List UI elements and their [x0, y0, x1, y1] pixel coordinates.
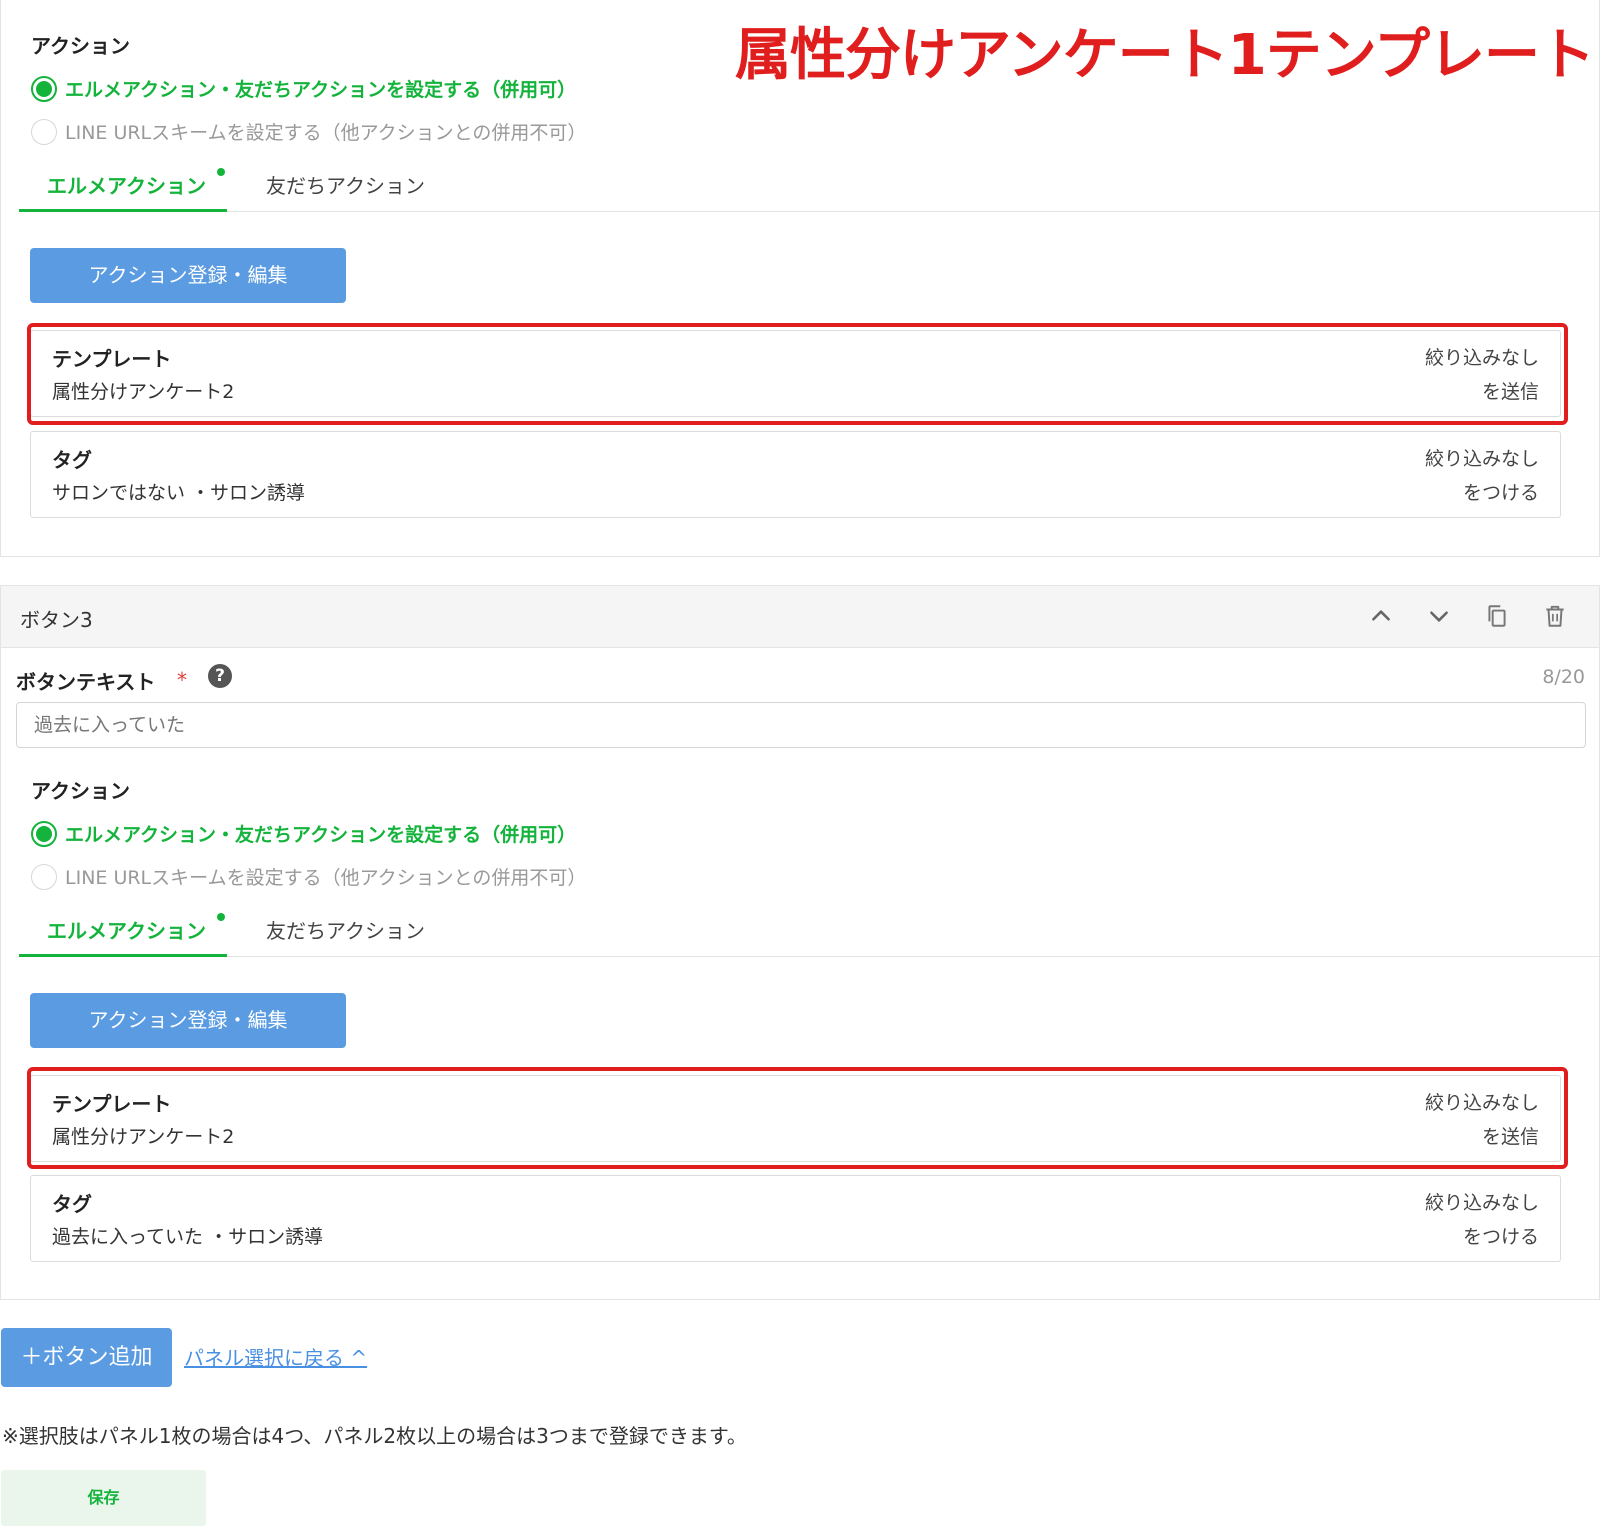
tag-card-suffix: をつける: [1462, 482, 1539, 504]
trash-icon[interactable]: [1539, 600, 1571, 632]
action-tabs: エルメアクション 友だちアクション: [19, 162, 1599, 212]
tag-card[interactable]: タグ 過去に入っていた ・サロン誘導 絞り込みなし をつける: [30, 1175, 1561, 1262]
radio-unchecked-icon[interactable]: [31, 863, 57, 890]
back-to-panel-link[interactable]: パネル選択に戻る ^: [184, 1342, 367, 1371]
chevron-up-icon[interactable]: [1365, 600, 1397, 632]
copy-icon[interactable]: [1481, 600, 1513, 632]
tag-card-suffix: をつける: [1462, 1226, 1539, 1248]
panel-header-actions: [1365, 600, 1571, 632]
template-card-value: 属性分けアンケート2: [52, 1126, 235, 1148]
add-button-button[interactable]: ＋ボタン追加: [1, 1328, 172, 1387]
button-panel-3: ボタン3 ボタンテキスト * ? 8/20 過去に入っていた アクション エルメ…: [0, 585, 1600, 1300]
tab-elme-action[interactable]: エルメアクション: [47, 170, 206, 199]
radio-label: エルメアクション・友だちアクションを設定する（併用可）: [65, 79, 577, 101]
radio-checked-icon[interactable]: [31, 75, 57, 102]
template-card-title: テンプレート: [52, 1092, 172, 1116]
radio-checked-icon[interactable]: [31, 820, 57, 847]
limit-note: ※選択肢はパネル1枚の場合は4つ、パネル2枚以上の場合は3つまで登録できます。: [2, 1424, 747, 1448]
tag-card-value: 過去に入っていた ・サロン誘導: [52, 1226, 324, 1248]
radio-label: LINE URLスキームを設定する（他アクションとの併用不可）: [65, 122, 587, 144]
required-asterisk: *: [177, 668, 187, 692]
template-card-value: 属性分けアンケート2: [52, 381, 235, 403]
action-register-edit-button[interactable]: アクション登録・編集: [30, 993, 346, 1048]
template-card[interactable]: テンプレート 属性分けアンケート2 絞り込みなし を送信: [30, 330, 1561, 417]
panel-header-title: ボタン3: [20, 608, 93, 632]
tab-active-underline: [19, 954, 227, 957]
tag-card-title: タグ: [52, 1192, 92, 1216]
save-button[interactable]: 保存: [1, 1470, 206, 1526]
tag-card-filter: 絞り込みなし: [1424, 1192, 1539, 1214]
action-label: アクション: [31, 779, 130, 803]
tag-card-value: サロンではない ・サロン誘導: [52, 482, 306, 504]
tag-card-title: タグ: [52, 448, 92, 472]
radio-line-url-scheme[interactable]: LINE URLスキームを設定する（他アクションとの併用不可）: [31, 118, 586, 145]
tab-elme-action[interactable]: エルメアクション: [47, 915, 206, 944]
template-card[interactable]: テンプレート 属性分けアンケート2 絞り込みなし を送信: [30, 1075, 1561, 1162]
annotation-title: 属性分けアンケート1テンプレート: [735, 23, 1595, 88]
action-register-edit-button[interactable]: アクション登録・編集: [30, 248, 346, 303]
radio-line-url-scheme[interactable]: LINE URLスキームを設定する（他アクションとの併用不可）: [31, 863, 586, 890]
tab-indicator-dot: [217, 913, 225, 921]
template-card-suffix: を送信: [1481, 381, 1539, 403]
tab-friend-action[interactable]: 友だちアクション: [266, 170, 425, 199]
radio-label: エルメアクション・友だちアクションを設定する（併用可）: [65, 824, 577, 846]
tab-indicator-dot: [217, 168, 225, 176]
help-icon[interactable]: ?: [208, 664, 232, 688]
template-card-filter: 絞り込みなし: [1424, 1092, 1539, 1114]
button-text-input[interactable]: 過去に入っていた: [16, 702, 1586, 748]
radio-label: LINE URLスキームを設定する（他アクションとの併用不可）: [65, 867, 587, 889]
tab-friend-action[interactable]: 友だちアクション: [266, 915, 425, 944]
radio-elme-friend-action[interactable]: エルメアクション・友だちアクションを設定する（併用可）: [31, 820, 576, 847]
tag-card[interactable]: タグ サロンではない ・サロン誘導 絞り込みなし をつける: [30, 431, 1561, 518]
template-card-filter: 絞り込みなし: [1424, 347, 1539, 369]
char-counter: 8/20: [1542, 666, 1585, 688]
template-card-title: テンプレート: [52, 347, 172, 371]
template-card-suffix: を送信: [1481, 1126, 1539, 1148]
tag-card-filter: 絞り込みなし: [1424, 448, 1539, 470]
panel-header: ボタン3: [1, 586, 1599, 648]
button-text-label: ボタンテキスト: [16, 670, 156, 694]
chevron-down-icon[interactable]: [1423, 600, 1455, 632]
action-label: アクション: [31, 34, 130, 58]
tab-active-underline: [19, 209, 227, 212]
action-tabs: エルメアクション 友だちアクション: [19, 907, 1599, 957]
radio-elme-friend-action[interactable]: エルメアクション・友だちアクションを設定する（併用可）: [31, 75, 576, 102]
radio-unchecked-icon[interactable]: [31, 118, 57, 145]
